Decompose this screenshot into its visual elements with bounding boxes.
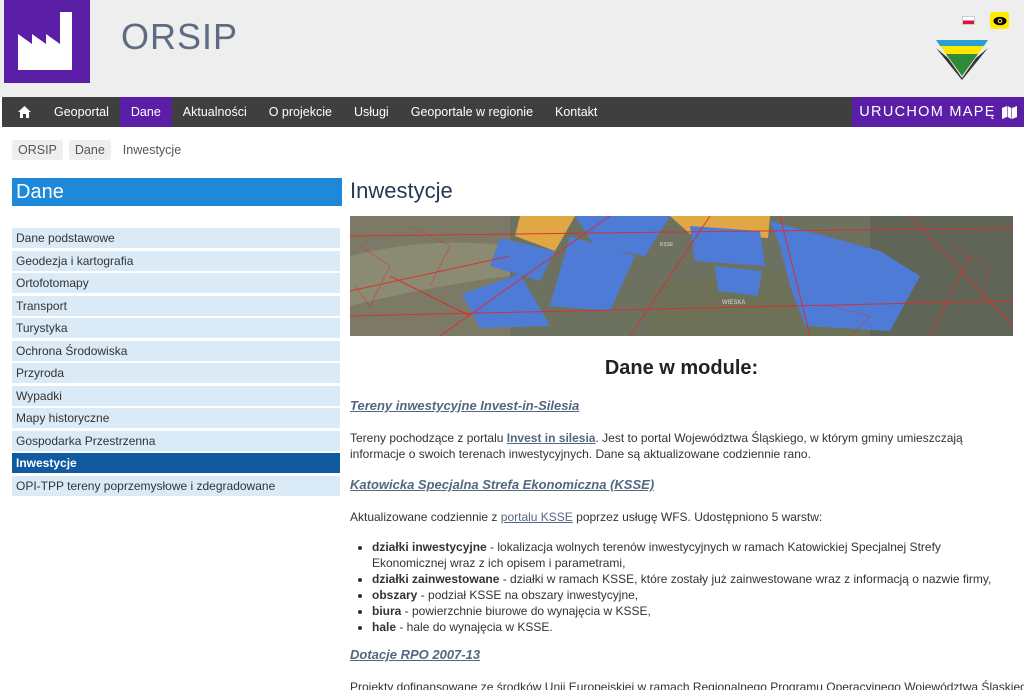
sidebar-menu: Dane podstawowe Geodezja i kartografia O… xyxy=(12,228,340,498)
map-icon xyxy=(1001,105,1017,119)
investment-map-image: WIESKA KSSE xyxy=(350,216,1013,336)
sidebar-item-turystyka[interactable]: Turystyka xyxy=(12,318,340,338)
sidebar-item-ortofotomapy[interactable]: Ortofotomapy xyxy=(12,273,340,293)
nav-aktualnosci[interactable]: Aktualności xyxy=(172,97,258,127)
section2-text-before: Aktualizowane codziennie z xyxy=(350,510,501,524)
brand-logo-icon xyxy=(936,40,988,80)
svg-text:WIESKA: WIESKA xyxy=(722,300,745,306)
nav-geoportale-w-regionie[interactable]: Geoportale w regionie xyxy=(400,97,544,127)
list-item: obszary - podział KSSE na obszary inwest… xyxy=(372,587,1013,603)
sidebar-item-opi-tpp[interactable]: OPI-TPP tereny poprzemysłowe i zdegradow… xyxy=(12,475,340,496)
list-item: hale - hale do wynajęcia w KSSE. xyxy=(372,619,1013,635)
bullet-desc: - podział KSSE na obszary inwestycyjne, xyxy=(417,588,639,602)
site-header: ORSIP xyxy=(0,0,1024,97)
module-heading: Dane w module: xyxy=(604,357,759,379)
sidebar-item-inwestycje[interactable]: Inwestycje xyxy=(12,453,340,473)
main-navigation: Geoportal Dane Aktualności O projekcie U… xyxy=(2,97,1024,127)
bullet-term: działki inwestycyjne xyxy=(372,540,487,554)
sidebar-item-geodezja[interactable]: Geodezja i kartografia xyxy=(12,250,340,271)
breadcrumb-orsip[interactable]: ORSIP xyxy=(12,140,63,160)
page-title: Inwestycje xyxy=(350,178,453,203)
aerial-map-graphic: WIESKA KSSE xyxy=(350,216,1013,336)
section1-paragraph: Tereny pochodzące z portalu Invest in si… xyxy=(350,430,1013,462)
sidebar-item-ochrona-srodowiska[interactable]: Ochrona Środowiska xyxy=(12,340,340,361)
nav-home[interactable] xyxy=(2,97,43,127)
ksse-layers-list: działki inwestycyjne - lokalizacja wolny… xyxy=(372,539,1013,635)
svg-text:KSSE: KSSE xyxy=(660,242,674,248)
bullet-desc: - działki w ramach KSSE, które zostały j… xyxy=(499,572,992,586)
content-body: Tereny inwestycyjne Invest-in-Silesia Te… xyxy=(350,398,1024,690)
bullet-term: biura xyxy=(372,604,402,618)
section2-paragraph: Aktualizowane codziennie z portalu KSSE … xyxy=(350,509,1013,525)
sidebar-title: Dane xyxy=(12,178,342,206)
breadcrumb-current: Inwestycje xyxy=(122,143,182,157)
sidebar-item-wypadki[interactable]: Wypadki xyxy=(12,385,340,406)
launch-map-label: URUCHOM MAPĘ xyxy=(859,104,996,120)
nav-dane[interactable]: Dane xyxy=(119,97,172,127)
section2-text-after: poprzez usługę WFS. Udostępniono 5 warst… xyxy=(572,510,823,524)
sidebar-item-transport[interactable]: Transport xyxy=(12,295,340,316)
sidebar-item-gospodarka-przestrzenna[interactable]: Gospodarka Przestrzenna xyxy=(12,430,340,451)
bullet-desc: - powierzchnie biurowe do wynajęcia w KS… xyxy=(401,604,651,618)
section-invest-in-silesia-link[interactable]: Tereny inwestycyjne Invest-in-Silesia xyxy=(350,398,1013,414)
launch-map-button[interactable]: URUCHOM MAPĘ xyxy=(852,97,1024,127)
list-item: działki inwestycyjne - lokalizacja wolny… xyxy=(372,539,1013,571)
invest-in-silesia-link[interactable]: Invest in silesia xyxy=(507,431,596,445)
breadcrumb: ORSIP Dane Inwestycje xyxy=(12,140,187,160)
section1-text-before: Tereny pochodzące z portalu xyxy=(350,431,507,445)
section-ksse-link[interactable]: Katowicka Specjalna Strefa Ekonomiczna (… xyxy=(350,477,1013,493)
home-icon xyxy=(18,106,31,118)
list-item: działki zainwestowane - działki w ramach… xyxy=(372,571,1013,587)
site-title: ORSIP xyxy=(121,16,239,57)
section3-paragraph: Projekty dofinansowane ze środków Unii E… xyxy=(350,680,1024,690)
bullet-desc: - hale do wynajęcia w KSSE. xyxy=(396,620,553,634)
sidebar-item-przyroda[interactable]: Przyroda xyxy=(12,363,340,383)
nav-o-projekcie[interactable]: O projekcie xyxy=(258,97,343,127)
nav-kontakt[interactable]: Kontakt xyxy=(544,97,608,127)
breadcrumb-dane[interactable]: Dane xyxy=(68,140,111,160)
site-logo[interactable] xyxy=(4,0,90,83)
list-item: biura - powierzchnie biurowe do wynajęci… xyxy=(372,603,1013,619)
nav-geoportal[interactable]: Geoportal xyxy=(43,97,120,127)
nav-uslugi[interactable]: Usługi xyxy=(343,97,400,127)
section-dotacje-rpo-link[interactable]: Dotacje RPO 2007-13 xyxy=(350,647,1013,663)
eye-glyph xyxy=(993,16,1006,25)
factory-icon xyxy=(18,12,72,70)
bullet-term: obszary xyxy=(372,588,418,602)
sidebar-item-dane-podstawowe[interactable]: Dane podstawowe xyxy=(12,228,340,248)
sidebar-item-mapy-historyczne[interactable]: Mapy historyczne xyxy=(12,408,340,428)
polish-flag-icon[interactable] xyxy=(962,16,975,25)
bullet-term: hale xyxy=(372,620,397,634)
portal-ksse-link[interactable]: portalu KSSE xyxy=(501,510,573,524)
bullet-term: działki zainwestowane xyxy=(372,572,500,586)
eye-icon[interactable] xyxy=(990,12,1009,29)
